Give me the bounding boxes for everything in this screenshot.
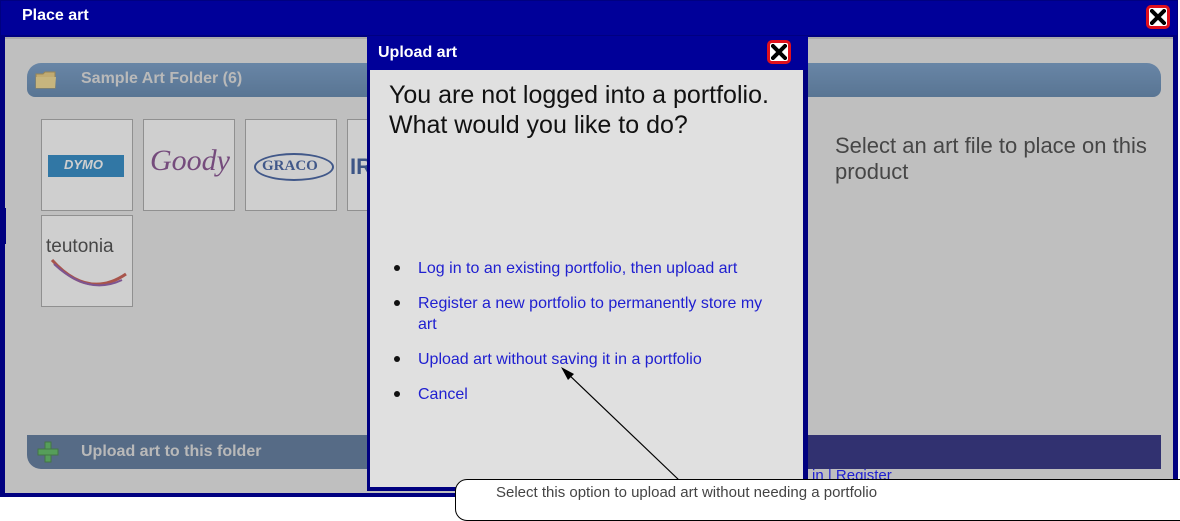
callout-arrow xyxy=(561,367,681,482)
callout-text: Select this option to upload art without… xyxy=(496,484,878,501)
tooltip-callout: Select this option to upload art without… xyxy=(455,479,1180,521)
